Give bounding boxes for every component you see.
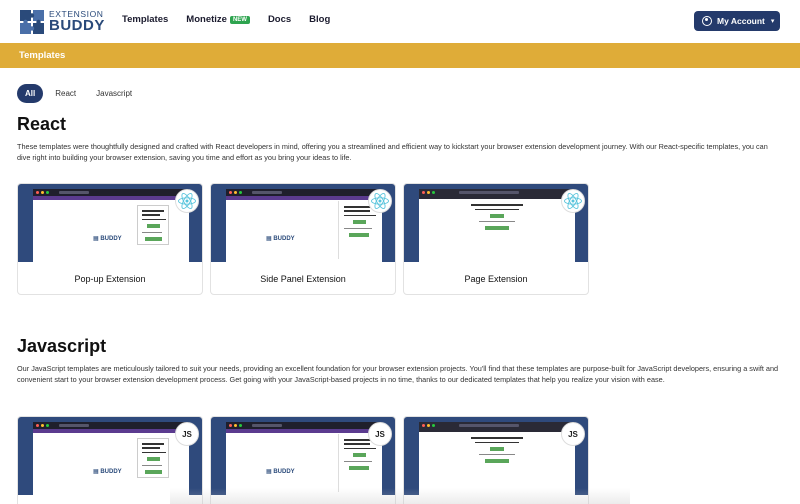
card-thumbnail: ▦ BUDDY xyxy=(211,184,395,262)
card-popup-extension[interactable]: ▦ BUDDY Pop-up Extension xyxy=(17,183,203,295)
react-icon xyxy=(368,189,392,213)
react-icon xyxy=(175,189,199,213)
my-account-label: My Account xyxy=(717,16,765,26)
filter-pills: All React Javascript xyxy=(17,84,144,103)
nav-link-monetize[interactable]: Monetize NEW xyxy=(186,14,250,25)
javascript-section-description: Our JavaScript templates are meticulousl… xyxy=(17,364,779,384)
filter-react[interactable]: React xyxy=(47,84,84,103)
card-label: Page Extension xyxy=(464,273,528,284)
nav-link-blog[interactable]: Blog xyxy=(309,14,330,25)
react-section-description: These templates were thoughtfully design… xyxy=(17,142,768,162)
card-page-extension[interactable]: Page Extension xyxy=(403,183,589,295)
card-thumbnail: JS xyxy=(404,417,588,495)
my-account-button[interactable]: My Account ▾ xyxy=(694,11,780,31)
card-side-panel-extension[interactable]: ▦ BUDDY Side Panel Extension xyxy=(210,183,396,295)
card-thumbnail xyxy=(404,184,588,262)
nav-link-docs[interactable]: Docs xyxy=(268,14,291,25)
javascript-section-title: Javascript xyxy=(17,336,107,356)
card-thumbnail: ▦ BUDDY JS xyxy=(211,417,395,495)
banner-title: Templates xyxy=(19,50,66,61)
mini-logo-icon: ▦ BUDDY xyxy=(93,236,122,242)
react-section-title: React xyxy=(17,114,67,134)
card-label: Side Panel Extension xyxy=(260,273,346,284)
bottom-shadow xyxy=(170,488,630,504)
puzzle-logo-icon xyxy=(19,9,45,35)
javascript-badge-icon: JS xyxy=(175,422,199,446)
page-banner: Templates xyxy=(0,43,800,68)
top-nav: EXTENSION BUDDY Templates Monetize NEW Do… xyxy=(0,0,800,43)
mini-logo-icon: ▦ BUDDY xyxy=(266,236,295,242)
logo-text-bottom: BUDDY xyxy=(49,17,105,35)
javascript-badge-icon: JS xyxy=(561,422,585,446)
nav-links: Templates Monetize NEW Docs Blog xyxy=(122,14,348,25)
card-label: Pop-up Extension xyxy=(74,273,146,284)
user-avatar-icon xyxy=(702,16,712,26)
chevron-down-icon: ▾ xyxy=(770,18,775,25)
extension-buddy-logo[interactable]: EXTENSION BUDDY xyxy=(19,8,105,35)
card-thumbnail: ▦ BUDDY JS xyxy=(18,417,202,495)
filter-all[interactable]: All xyxy=(17,84,44,103)
card-thumbnail: ▦ BUDDY xyxy=(18,184,202,262)
filter-javascript[interactable]: Javascript xyxy=(88,84,140,103)
nav-link-templates[interactable]: Templates xyxy=(122,14,168,25)
new-badge: NEW xyxy=(229,15,250,24)
javascript-badge-icon: JS xyxy=(368,422,392,446)
react-icon xyxy=(561,189,585,213)
mini-logo-icon: ▦ BUDDY xyxy=(93,469,122,475)
mini-logo-icon: ▦ BUDDY xyxy=(266,469,295,475)
